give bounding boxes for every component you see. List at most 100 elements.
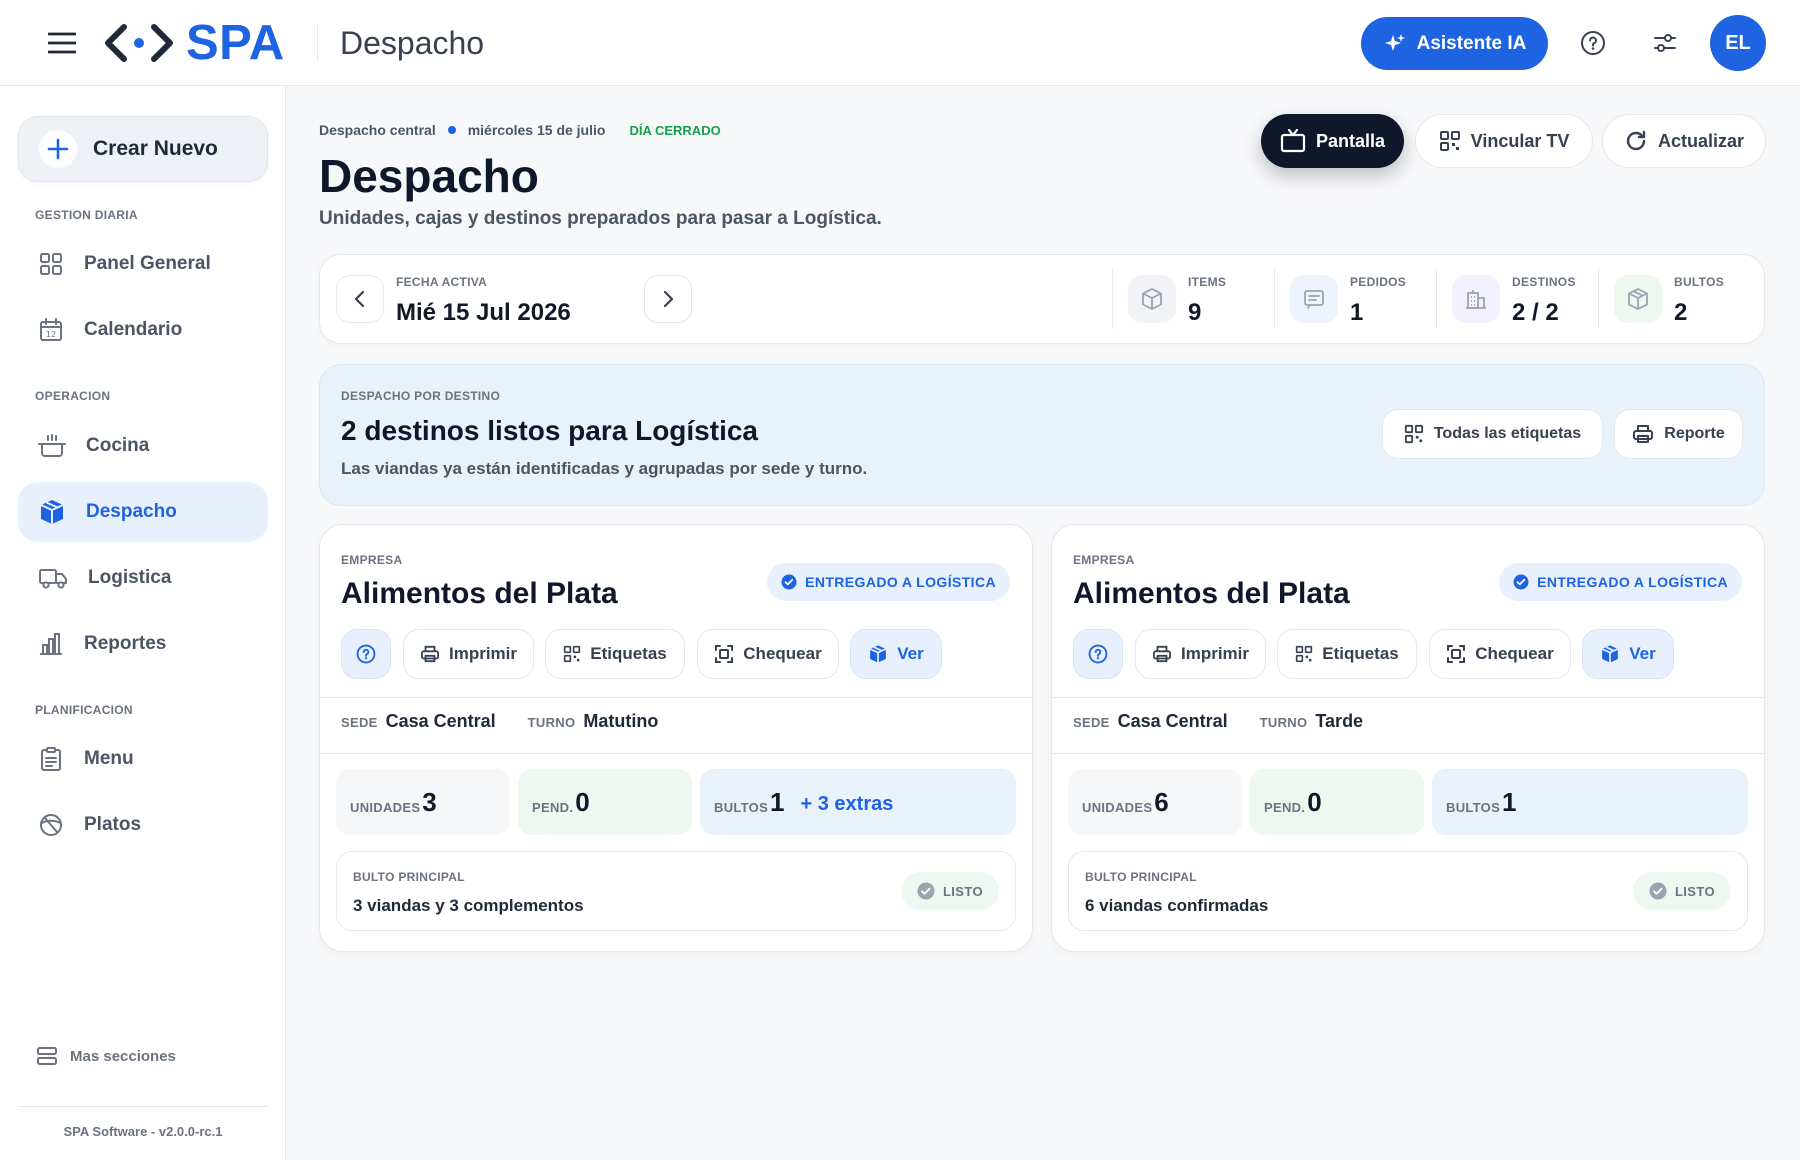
help-icon [1581, 31, 1605, 55]
stat-orders-value: 1 [1350, 299, 1364, 326]
packages-stat: BULTOS 1 + 3 extras [700, 769, 1016, 835]
card-meta: SEDE Casa Central TURNO Matutino [341, 711, 682, 732]
breadcrumb-date: miércoles 15 de julio [467, 122, 606, 138]
help-button[interactable] [341, 629, 391, 679]
banner-subtitle: Las viandas ya están identificadas y agr… [341, 459, 868, 478]
ai-assistant-button[interactable]: Asistente IA [1361, 17, 1548, 70]
bar-chart-icon [40, 633, 62, 655]
pot-icon [38, 434, 66, 457]
box-icon [870, 645, 887, 663]
sidebar-item-despacho[interactable]: Despacho [18, 482, 268, 542]
sidebar-item-panel-general[interactable]: Panel General [18, 234, 268, 294]
sidebar-item-logistica[interactable]: Logistica [18, 548, 268, 608]
sidebar-item-platos[interactable]: Platos [18, 795, 268, 855]
pending-value: 0 [575, 786, 590, 817]
more-sections-button[interactable]: Mas secciones [36, 1046, 176, 1066]
next-date-button[interactable] [644, 275, 692, 323]
spa-logo[interactable]: SPA [104, 16, 285, 70]
pending-label: PEND. [532, 799, 574, 815]
grid-icon [40, 253, 62, 275]
sidebar-item-label: Cocina [86, 435, 150, 456]
breadcrumb-location: Despacho central [319, 122, 436, 138]
prev-date-button[interactable] [336, 275, 384, 323]
card-divider [1052, 697, 1764, 698]
labels-button[interactable]: Etiquetas [545, 629, 685, 679]
packages-label: BULTOS [1446, 799, 1501, 815]
view-button[interactable]: Ver [850, 629, 942, 679]
settings-button[interactable] [1637, 15, 1693, 71]
packages-value: 1 [1502, 786, 1517, 817]
sidebar-item-reportes[interactable]: Reportes [18, 614, 268, 674]
ready-text: LISTO [942, 883, 983, 899]
main-package-desc: 3 viandas y 3 complementos [353, 896, 584, 915]
sidebar-divider [18, 1106, 268, 1107]
check-circle-icon [917, 882, 935, 900]
app-title: Despacho [340, 25, 485, 61]
sidebar-item-label: Reportes [84, 633, 167, 654]
sidebar-item-label: Menu [84, 748, 134, 769]
print-button[interactable]: Imprimir [1135, 629, 1266, 679]
labels-label: Etiquetas [1322, 644, 1399, 663]
status-badge: ENTREGADO A LOGÍSTICA [767, 563, 1010, 601]
screen-button[interactable]: Pantalla [1261, 114, 1404, 168]
main-package-desc: 6 viandas confirmadas [1085, 896, 1269, 915]
stack-icon [37, 1047, 57, 1065]
status-badge: ENTREGADO A LOGÍSTICA [1499, 563, 1742, 601]
labels-button[interactable]: Etiquetas [1277, 629, 1417, 679]
card-eyebrow: EMPRESA [341, 553, 403, 567]
destination-card: EMPRESA Alimentos del Plata ENTREGADO A … [319, 524, 1033, 952]
view-label: Ver [897, 644, 924, 663]
check-button[interactable]: Chequear [1429, 629, 1571, 679]
user-avatar[interactable]: EL [1710, 15, 1766, 71]
breadcrumb: Despacho central miércoles 15 de julio D… [319, 122, 721, 138]
active-date-value: Mié 15 Jul 2026 [396, 299, 571, 326]
all-labels-label: Todas las etiquetas [1433, 425, 1582, 442]
qr-icon [1296, 645, 1313, 663]
units-value: 3 [422, 786, 437, 817]
view-label: Ver [1629, 644, 1656, 663]
packages-value: 1 [770, 786, 785, 817]
section-planificacion: PLANIFICACION [35, 703, 133, 717]
refresh-button[interactable]: Actualizar [1602, 114, 1766, 168]
create-new-button[interactable]: Crear Nuevo [18, 116, 268, 182]
check-circle-icon [781, 574, 797, 590]
units-value: 6 [1154, 786, 1169, 817]
svg-text:12: 12 [46, 330, 56, 339]
banner-eyebrow: DESPACHO POR DESTINO [341, 389, 501, 403]
pending-stat: PEND. 0 [518, 769, 692, 835]
stat-destinations-value: 2 / 2 [1512, 299, 1559, 326]
stat-divider [1598, 269, 1599, 329]
packages-extras[interactable]: + 3 extras [801, 789, 894, 816]
help-button[interactable] [1565, 15, 1621, 71]
sede-value: Casa Central [385, 711, 496, 731]
package-icon [1614, 275, 1662, 323]
main-package: BULTO PRINCIPAL 6 viandas confirmadas LI… [1068, 851, 1748, 931]
stat-divider [1436, 269, 1437, 329]
message-icon [1290, 275, 1338, 323]
all-labels-button[interactable]: Todas las etiquetas [1382, 409, 1603, 459]
check-circle-icon [1649, 882, 1667, 900]
sidebar-item-menu[interactable]: Menu [18, 729, 268, 789]
ai-assistant-label: Asistente IA [1416, 32, 1527, 54]
screen-label: Pantalla [1315, 130, 1386, 151]
turno-key: TURNO [1259, 715, 1308, 730]
print-button[interactable]: Imprimir [403, 629, 534, 679]
plus-icon [39, 130, 77, 168]
hamburger-icon [48, 32, 76, 54]
hamburger-menu-button[interactable] [38, 22, 86, 64]
link-tv-button[interactable]: Vincular TV [1415, 114, 1593, 168]
dispatch-banner: DESPACHO POR DESTINO 2 destinos listos p… [319, 364, 1765, 506]
sede-key: SEDE [341, 715, 378, 730]
qr-icon [1404, 424, 1423, 444]
sidebar-item-cocina[interactable]: Cocina [18, 416, 268, 476]
calendar-icon: 12 [40, 318, 62, 341]
help-button[interactable] [1073, 629, 1123, 679]
sidebar-item-calendario[interactable]: 12 Calendario [18, 300, 268, 360]
view-button[interactable]: Ver [1582, 629, 1674, 679]
stat-divider [1112, 269, 1113, 329]
check-button[interactable]: Chequear [697, 629, 839, 679]
section-gestion-diaria: GESTION DIARIA [35, 208, 138, 222]
active-date-label: FECHA ACTIVA [396, 275, 488, 289]
report-button[interactable]: Reporte [1614, 409, 1743, 459]
print-label: Imprimir [448, 644, 518, 663]
